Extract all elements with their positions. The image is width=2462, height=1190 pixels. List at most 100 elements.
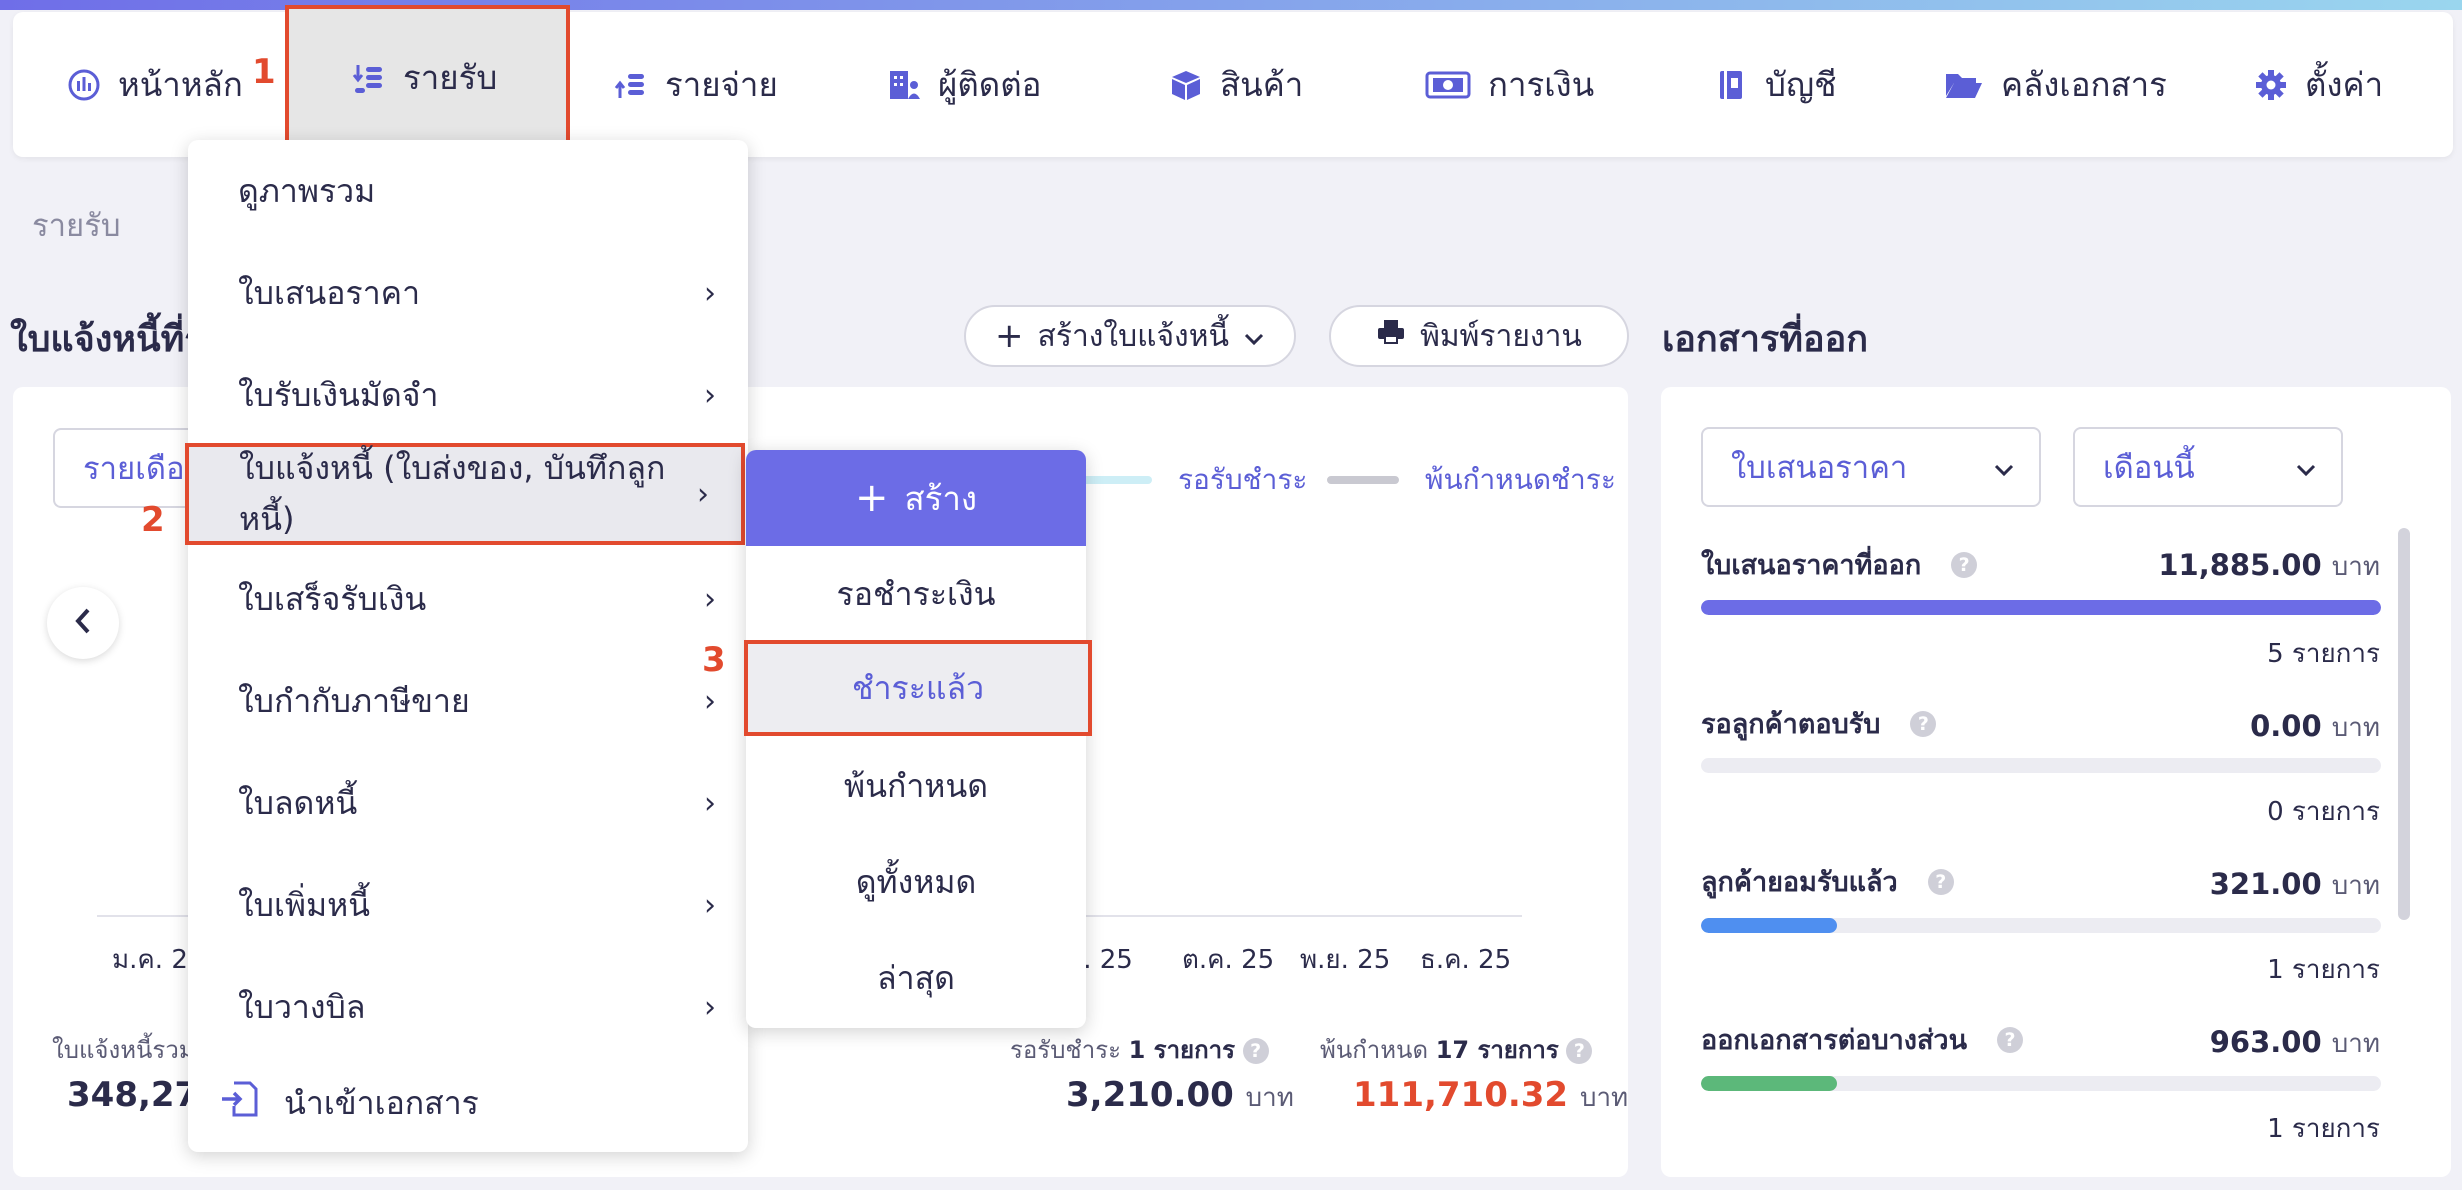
menu-item-label: ใบรับเงินมัดจำ	[238, 375, 439, 414]
doc-row-count: 5 รายการ	[2267, 639, 2380, 669]
doc-row-title: ใบเสนอราคาที่ออก ?	[1701, 543, 1978, 586]
issued-docs-title: เอกสารที่ออก	[1662, 319, 1869, 360]
menu-item-billing-note[interactable]: ใบวางบิล ›	[188, 956, 748, 1058]
progress-fill	[1701, 918, 1837, 933]
help-icon[interactable]: ?	[1242, 1038, 1269, 1064]
nav-item-home[interactable]: หน้าหลัก	[66, 12, 243, 157]
menu-item-invoice[interactable]: ใบแจ้งหนี้ (ใบส่งของ, บันทึกลูกหนี้) ›	[185, 443, 745, 545]
step-marker-3: 3	[702, 640, 726, 680]
nav-item-expense[interactable]: รายจ่าย	[613, 12, 778, 157]
doc-row-amount: 321.00 บาท	[2080, 865, 2380, 906]
issued-docs-scrollbar[interactable]	[2398, 528, 2410, 920]
menu-item-label: ใบลดหนี้	[238, 783, 358, 822]
submenu-item-latest[interactable]: ล่าสุด	[746, 930, 1086, 1026]
nav-item-documents[interactable]: คลังเอกสาร	[1943, 12, 2167, 157]
nav-item-products[interactable]: สินค้า	[1168, 12, 1303, 157]
doc-row-amount: 963.00 บาท	[2080, 1023, 2380, 1064]
menu-item-label: ใบวางบิล	[238, 987, 366, 1026]
nav-item-income[interactable]: รายรับ	[285, 5, 570, 150]
chart-prev-button[interactable]	[47, 587, 119, 659]
nav-item-label: สินค้า	[1220, 65, 1304, 104]
printer-icon	[1376, 318, 1406, 354]
doc-row-title: ออกเอกสารต่อบางส่วน ?	[1701, 1018, 2024, 1061]
legend-pending: รอรับชำระ	[1080, 458, 1307, 502]
menu-item-quotation[interactable]: ใบเสนอราคา ›	[188, 242, 748, 344]
nav-item-contacts[interactable]: ผู้ติดต่อ	[886, 12, 1041, 157]
main-nav: หน้าหลัก รายรับ รายจ่าย ผู้ติดต่อ สินค้า…	[13, 5, 2453, 157]
currency-label: บาท	[2331, 713, 2380, 743]
nav-item-label: รายรับ	[403, 58, 498, 97]
create-invoice-button[interactable]: + สร้างใบแจ้งหนี้	[964, 305, 1296, 367]
money-bill-icon	[1424, 67, 1472, 103]
progress-fill	[1701, 600, 2381, 615]
nav-item-accounting[interactable]: บัญชี	[1713, 12, 1836, 157]
help-icon[interactable]: ?	[1927, 868, 1954, 895]
menu-item-deposit-receipt[interactable]: ใบรับเงินมัดจำ ›	[188, 344, 748, 446]
doc-row-count: 0 รายการ	[2267, 797, 2380, 827]
menu-item-label: ใบเสร็จรับเงิน	[238, 579, 427, 618]
doc-row-progress	[1701, 1076, 2381, 1091]
currency-label: บาท	[2331, 871, 2380, 901]
help-icon[interactable]: ?	[1566, 1038, 1593, 1064]
income-dropdown-menu: ดูภาพรวม ใบเสนอราคา › ใบรับเงินมัดจำ › ใ…	[185, 140, 748, 1154]
menu-item-label: ใบเสนอราคา	[238, 273, 421, 312]
submenu-item-overdue[interactable]: พ้นกำหนด	[746, 738, 1086, 834]
doc-row-progress	[1701, 600, 2381, 615]
nav-item-label: รายจ่าย	[665, 65, 778, 104]
legend-swatch	[1080, 476, 1152, 484]
menu-item-tax-invoice[interactable]: ใบกำกับภาษีขาย ›	[188, 650, 748, 752]
pending-label-text: รอรับชำระ	[1010, 1036, 1121, 1064]
help-icon[interactable]: ?	[1910, 710, 1937, 737]
doc-type-select[interactable]: ใบเสนอราคา	[1701, 427, 2041, 507]
help-icon[interactable]: ?	[1951, 551, 1978, 578]
doc-period-select[interactable]: เดือนนี้	[2073, 427, 2343, 507]
doc-row-count: 1 รายการ	[2267, 1114, 2380, 1144]
chevron-right-icon: ›	[704, 887, 716, 923]
print-report-button[interactable]: พิมพ์รายงาน	[1329, 305, 1629, 367]
help-icon[interactable]: ?	[1997, 1026, 2024, 1053]
doc-row-title-text: ลูกค้ายอมรับแล้ว	[1701, 867, 1898, 898]
menu-item-credit-note[interactable]: ใบลดหนี้ ›	[188, 752, 748, 854]
menu-item-import[interactable]: นำเข้าเอกสาร	[188, 1052, 748, 1154]
chevron-right-icon: ›	[704, 581, 716, 617]
month-label: ต.ค. 25	[1182, 945, 1275, 975]
submenu-item-paid[interactable]: ชำระแล้ว	[744, 640, 1092, 736]
month-label: ธ.ค. 25	[1420, 945, 1512, 975]
book-icon	[1713, 67, 1749, 103]
create-invoice-label: สร้างใบแจ้งหนี้	[1037, 318, 1229, 354]
legend-label: รอรับชำระ	[1178, 463, 1308, 496]
legend-overdue: พ้นกำหนดชำระ	[1327, 458, 1616, 502]
menu-item-overview[interactable]: ดูภาพรวม	[188, 140, 748, 242]
currency-label: บาท	[1579, 1083, 1629, 1113]
doc-row-amount-value: 963.00	[2209, 1025, 2322, 1059]
pending-stat-value: 3,210.00 บาท	[1066, 1075, 1294, 1118]
nav-item-settings[interactable]: ตั้งค่า	[2253, 12, 2383, 157]
doc-type-value: ใบเสนอราคา	[1731, 450, 1908, 486]
menu-item-label: ใบเพิ่มหนี้	[238, 885, 371, 924]
overdue-amount: 111,710.32	[1353, 1075, 1569, 1115]
submenu-item-view-all[interactable]: ดูทั้งหมด	[746, 834, 1086, 930]
box-icon	[1168, 67, 1204, 103]
currency-label: บาท	[2331, 1029, 2380, 1059]
chevron-right-icon: ›	[704, 785, 716, 821]
menu-item-debit-note[interactable]: ใบเพิ่มหนี้ ›	[188, 854, 748, 956]
building-user-icon	[886, 67, 922, 103]
menu-item-receipt[interactable]: ใบเสร็จรับเงิน ›	[188, 548, 748, 650]
doc-row-title-text: ใบเสนอราคาที่ออก	[1701, 550, 1922, 581]
chevron-right-icon: ›	[704, 683, 716, 719]
menu-item-label: ใบแจ้งหนี้ (ใบส่งของ, บันทึกลูกหนี้)	[239, 449, 666, 538]
doc-row-progress	[1701, 918, 2381, 933]
chevron-right-icon: ›	[704, 377, 716, 413]
doc-row-amount-value: 0.00	[2250, 709, 2322, 743]
doc-row-title: รอลูกค้าตอบรับ ?	[1701, 702, 1937, 745]
pending-count: 1 รายการ	[1128, 1036, 1236, 1064]
chevron-down-icon	[1243, 319, 1265, 354]
nav-item-label: การเงิน	[1488, 65, 1595, 104]
create-invoice-submenu-button[interactable]: + สร้าง	[746, 450, 1086, 546]
breadcrumb: รายรับ	[32, 208, 121, 244]
doc-row-title-text: ออกเอกสารต่อบางส่วน	[1701, 1025, 1968, 1056]
doc-row-title-text: รอลูกค้าตอบรับ	[1701, 709, 1881, 740]
nav-item-finance[interactable]: การเงิน	[1424, 12, 1594, 157]
doc-row-count: 1 รายการ	[2267, 955, 2380, 985]
submenu-item-awaiting-payment[interactable]: รอชำระเงิน	[746, 546, 1086, 642]
